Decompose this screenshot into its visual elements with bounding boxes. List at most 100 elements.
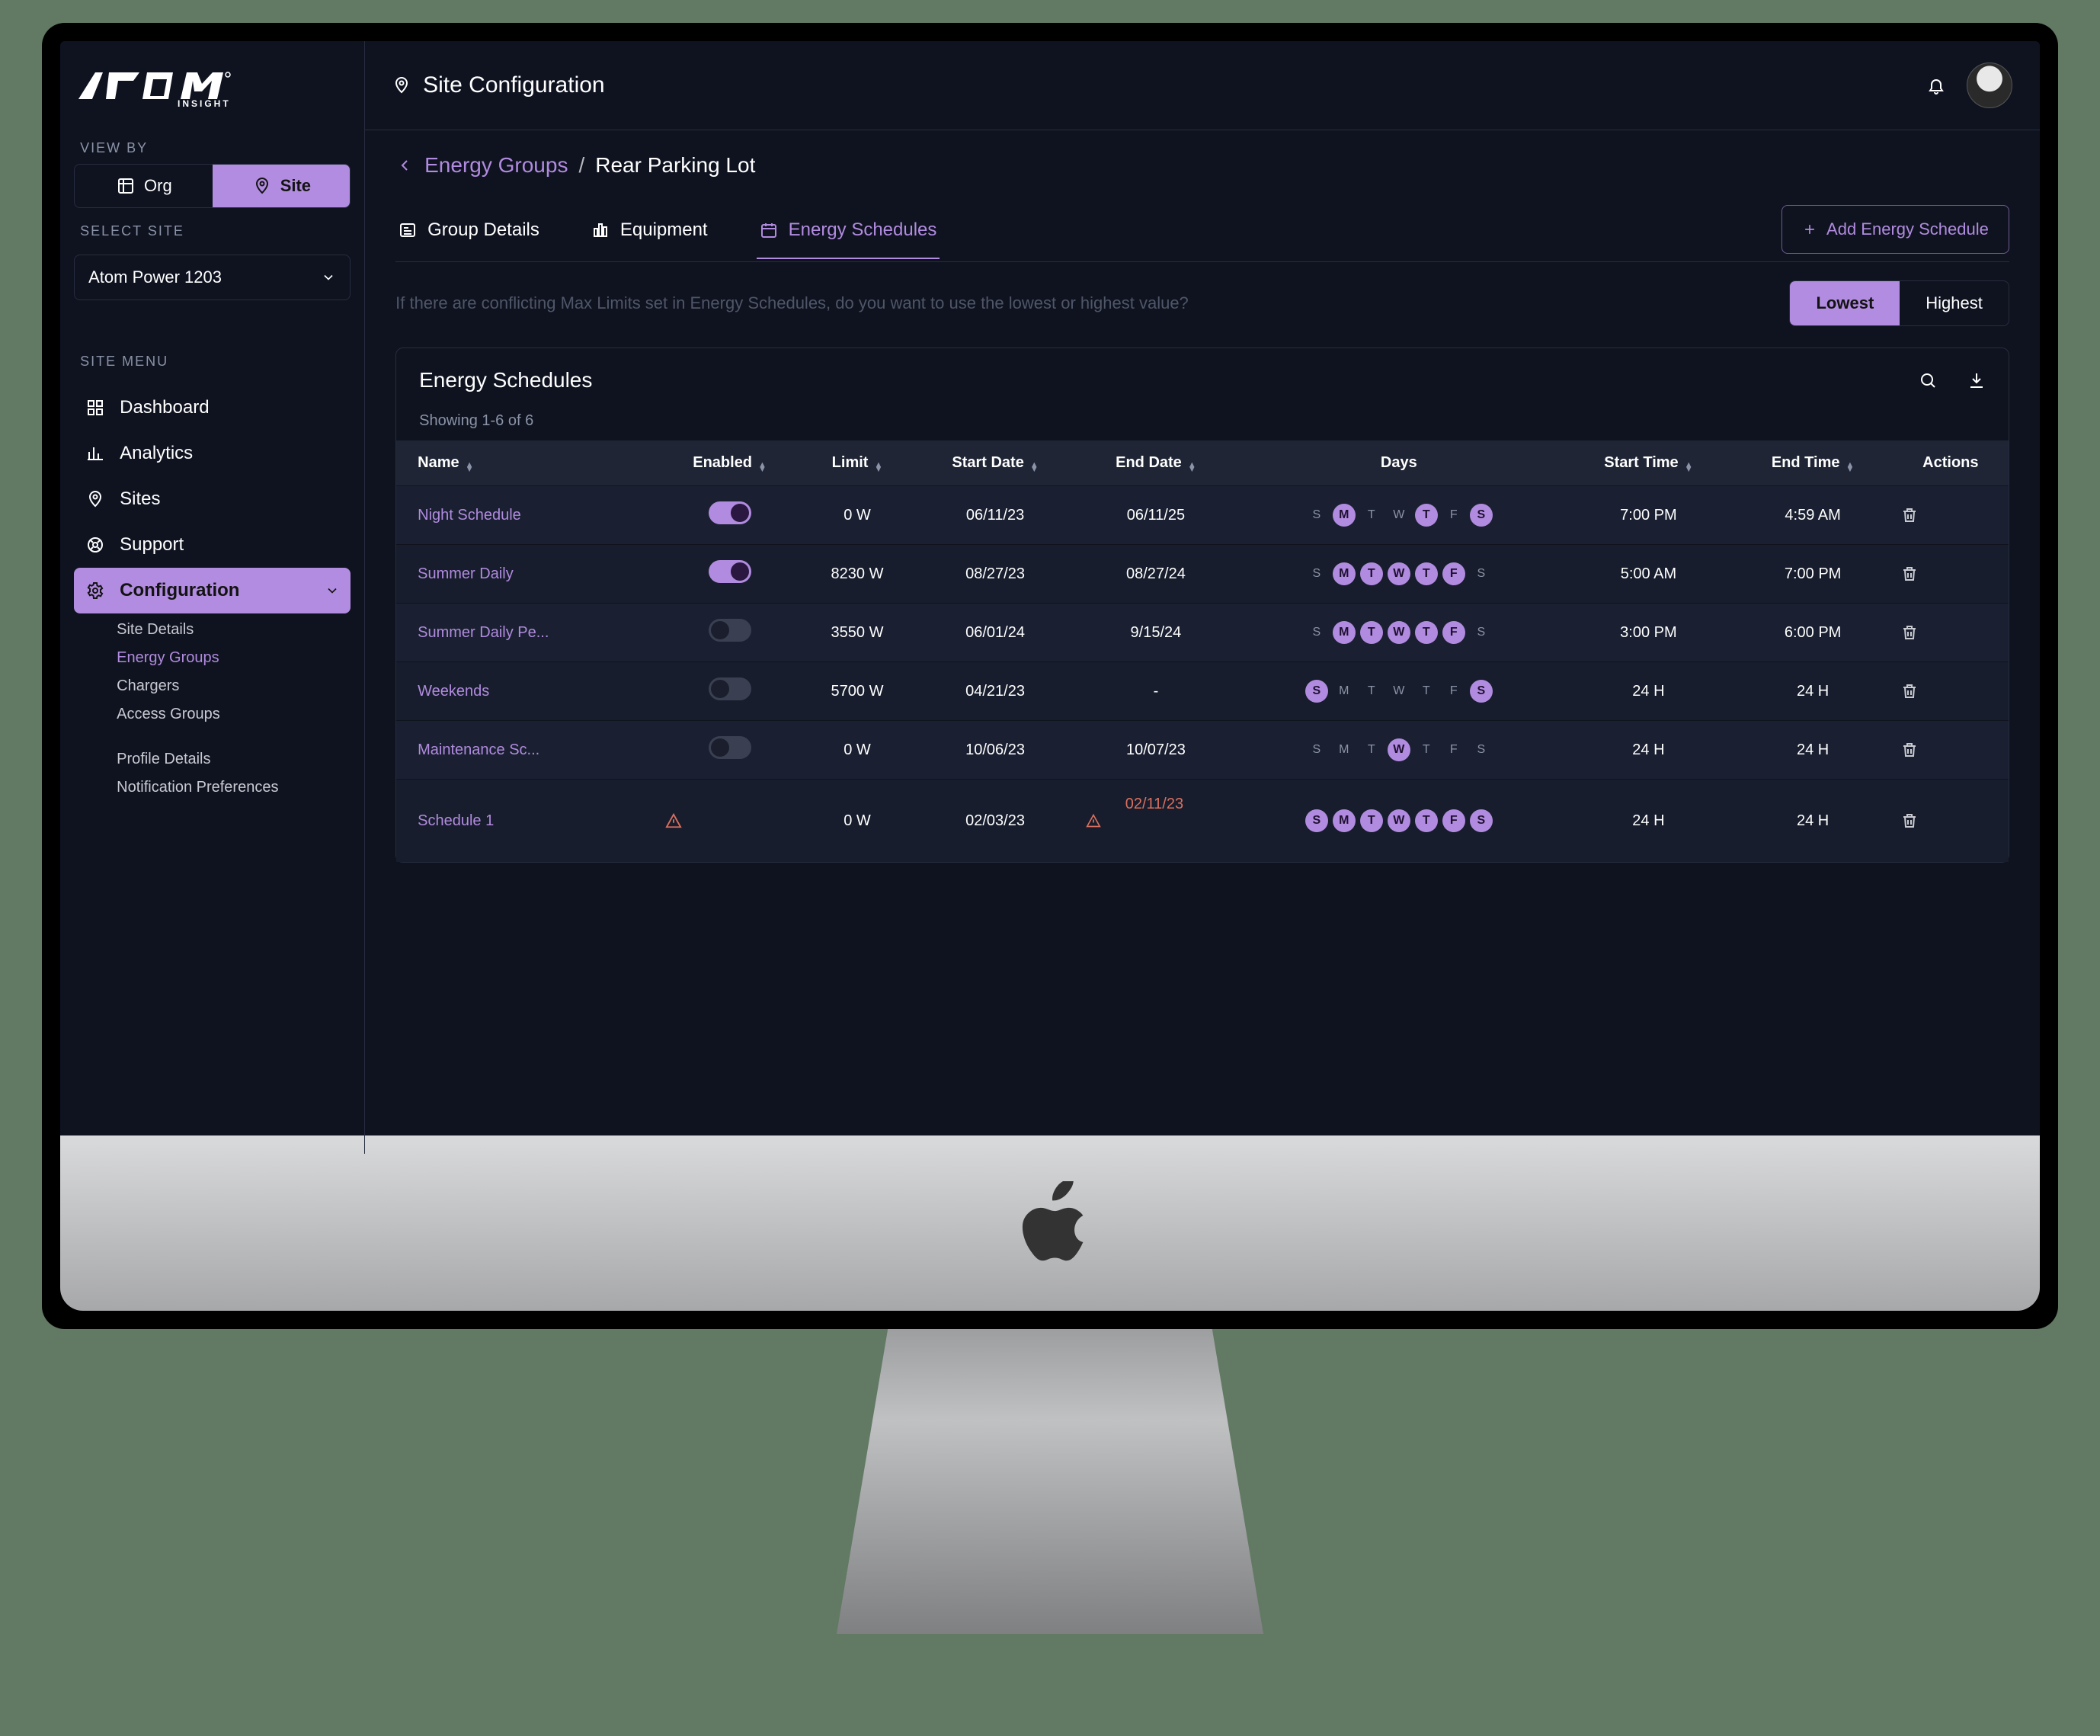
tab-equipment[interactable]: Equipment [588,207,711,259]
enabled-cell [658,662,802,721]
add-energy-schedule-button[interactable]: Add Energy Schedule [1781,205,2009,254]
limit-cell: 0 W [802,721,913,780]
day-pill: T [1415,562,1438,585]
calendar-icon [760,221,778,239]
subnav-access-groups[interactable]: Access Groups [117,703,351,726]
col-end-time[interactable]: End Time▲▼ [1733,440,1892,486]
nav-sites[interactable]: Sites [74,476,351,522]
delete-button[interactable] [1900,682,2001,700]
breadcrumb-parent[interactable]: Energy Groups [424,153,568,178]
actions-cell [1893,780,2009,863]
schedule-name-link[interactable]: Night Schedule [396,486,657,545]
delete-button[interactable] [1900,506,2001,524]
table-row: Schedule 10 W02/03/2302/11/23 SMTWTFS24 … [396,780,2009,863]
nav-analytics[interactable]: Analytics [74,431,351,476]
day-pill: M [1333,562,1356,585]
day-pill: W [1388,562,1410,585]
delete-button[interactable] [1900,741,2001,759]
col-end-date[interactable]: End Date▲▼ [1078,440,1234,486]
nav-dashboard-label: Dashboard [120,397,209,418]
enabled-cell [658,780,802,863]
enabled-toggle[interactable] [709,619,751,642]
view-by-org-button[interactable]: Org [75,165,213,207]
col-name[interactable]: Name▲▼ [396,440,657,486]
start-time-cell: 24 H [1564,780,1733,863]
pin-icon [392,76,411,94]
subnav-site-details[interactable]: Site Details [117,618,351,642]
delete-button[interactable] [1900,565,2001,583]
day-pill: T [1415,621,1438,644]
page-title: Site Configuration [392,72,604,98]
col-limit[interactable]: Limit▲▼ [802,440,913,486]
days-cell: SMTWTFS [1234,486,1564,545]
nav-support-label: Support [120,534,184,556]
col-start-date[interactable]: Start Date▲▼ [912,440,1077,486]
end-time-cell: 4:59 AM [1733,486,1892,545]
schedule-name-link[interactable]: Summer Daily Pe... [396,604,657,662]
conflict-text: If there are conflicting Max Limits set … [395,293,1189,313]
end-time-cell: 6:00 PM [1733,604,1892,662]
enabled-cell [658,604,802,662]
enabled-toggle[interactable] [709,560,751,583]
end-date-cell: 02/11/23 [1078,780,1234,863]
nav-dashboard[interactable]: Dashboard [74,385,351,431]
start-date-cell: 04/21/23 [912,662,1077,721]
nav-configuration[interactable]: Configuration [74,568,351,613]
enabled-toggle[interactable] [709,736,751,759]
nav-configuration-label: Configuration [120,580,239,601]
conflict-lowest-button[interactable]: Lowest [1790,281,1900,325]
actions-cell [1893,486,2009,545]
avatar[interactable] [1967,62,2012,108]
col-days: Days [1234,440,1564,486]
day-pill: T [1360,738,1383,761]
content: Energy Groups / Rear Parking Lot Group D… [365,130,2040,886]
day-pill: M [1333,809,1356,832]
delete-button[interactable] [1900,623,2001,642]
subnav-notification-prefs[interactable]: Notification Preferences [117,776,351,799]
enabled-toggle[interactable] [709,677,751,700]
download-icon[interactable] [1967,371,1986,389]
view-by-site-button[interactable]: Site [213,165,351,207]
day-pill: S [1470,809,1493,832]
col-enabled[interactable]: Enabled▲▼ [658,440,802,486]
details-icon [399,221,417,239]
tab-equipment-label: Equipment [620,219,708,241]
day-pill: F [1442,809,1465,832]
tab-energy-schedules[interactable]: Energy Schedules [757,207,940,259]
site-label: Site [280,176,311,196]
nav-support[interactable]: Support [74,522,351,568]
site-select[interactable]: Atom Power 1203 [74,255,351,300]
schedule-name-link[interactable]: Weekends [396,662,657,721]
site-menu: Dashboard Analytics Sites Support [74,385,351,804]
warning-icon [665,812,795,829]
tab-group-details[interactable]: Group Details [395,207,543,259]
conflict-highest-button[interactable]: Highest [1900,281,2009,325]
chevron-down-icon [321,270,336,285]
schedule-name-link[interactable]: Summer Daily [396,545,657,604]
schedule-name-link[interactable]: Schedule 1 [396,780,657,863]
actions-cell [1893,662,2009,721]
subnav-energy-groups[interactable]: Energy Groups [117,646,351,670]
limit-cell: 8230 W [802,545,913,604]
col-start-time[interactable]: Start Time▲▼ [1564,440,1733,486]
back-arrow-icon[interactable] [395,156,414,175]
days-cell: SMTWTFS [1234,721,1564,780]
add-button-label: Add Energy Schedule [1826,219,1989,239]
nav-sites-label: Sites [120,488,160,510]
start-date-cell: 10/06/23 [912,721,1077,780]
day-pill: S [1470,680,1493,703]
tab-group-label: Group Details [427,219,539,241]
subnav-chargers[interactable]: Chargers [117,674,351,698]
delete-button[interactable] [1900,812,2001,830]
end-date-cell: 9/15/24 [1078,604,1234,662]
imac-chin [60,1135,2040,1311]
start-time-cell: 24 H [1564,721,1733,780]
search-icon[interactable] [1919,371,1937,389]
subnav-profile-details[interactable]: Profile Details [117,748,351,771]
enabled-toggle[interactable] [709,501,751,524]
day-pill: S [1470,621,1493,644]
bell-icon[interactable] [1927,76,1945,94]
end-time-cell: 7:00 PM [1733,545,1892,604]
schedule-name-link[interactable]: Maintenance Sc... [396,721,657,780]
sites-icon [85,488,106,510]
